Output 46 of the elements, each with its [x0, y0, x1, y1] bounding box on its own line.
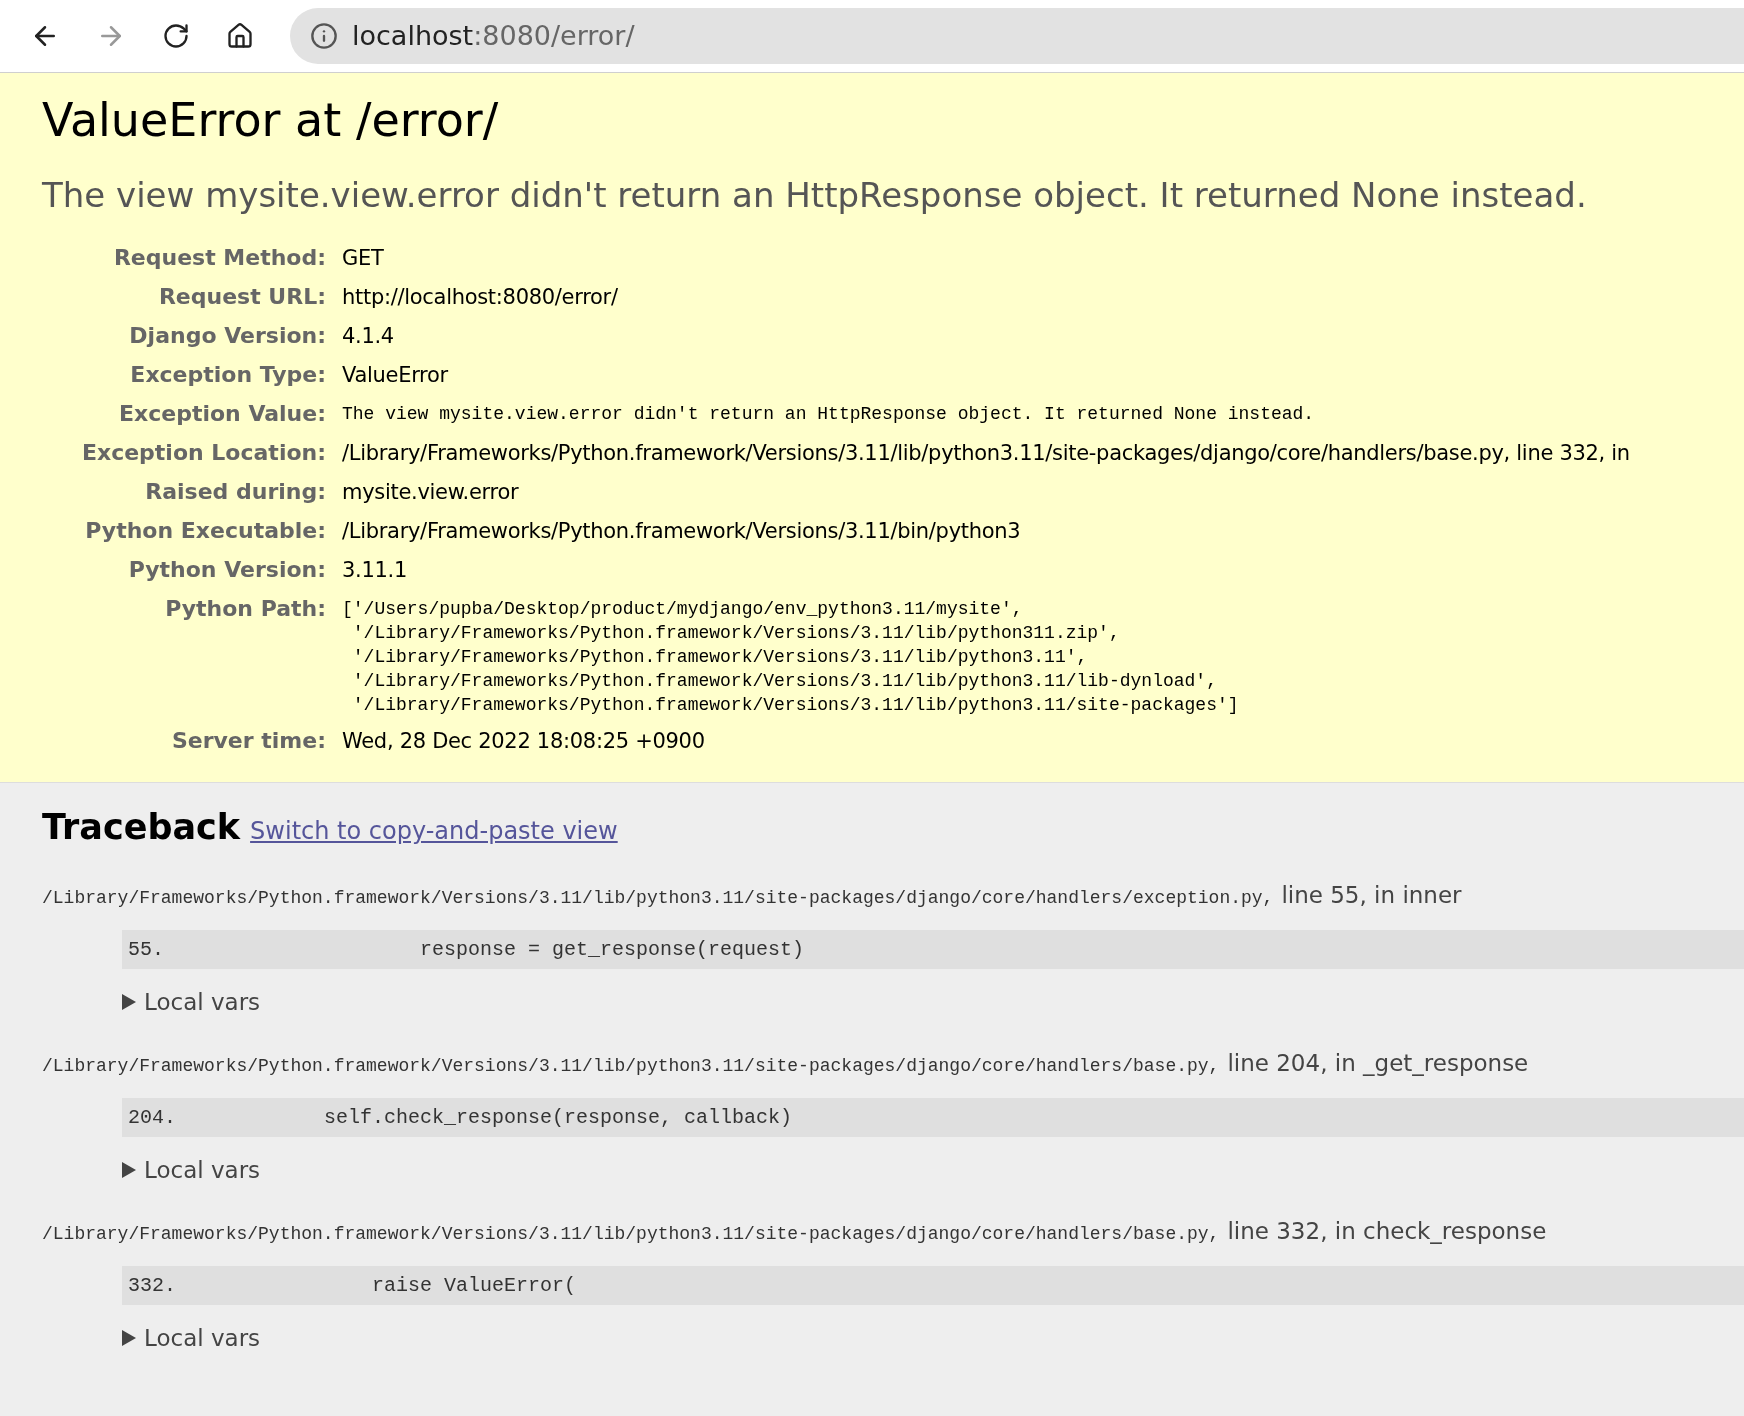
meta-label: Python Version: — [127, 556, 327, 585]
meta-label: Raised during: — [144, 478, 327, 507]
meta-label: Python Executable: — [84, 517, 327, 546]
frame-location: line 55, in inner — [1281, 880, 1462, 910]
meta-value: /Library/Frameworks/Python.framework/Versions/3.11/bin/python3 — [342, 518, 1021, 546]
meta-label: Exception Value: — [118, 400, 327, 429]
meta-label: Django Version: — [128, 322, 327, 351]
meta-label: Python Path: — [164, 595, 327, 624]
meta-label: Server time: — [170, 727, 327, 756]
meta-value: http://localhost:8080/error/ — [342, 284, 618, 312]
frame-location: line 204, in _get_response — [1227, 1048, 1529, 1078]
local-vars-toggle[interactable]: Local vars — [122, 1153, 261, 1188]
copy-paste-view-link[interactable]: Switch to copy-and-paste view — [250, 813, 618, 850]
local-vars-toggle[interactable]: Local vars — [122, 1321, 261, 1356]
url-text: localhost:8080/error/ — [352, 18, 635, 53]
traceback-heading: Traceback — [42, 806, 241, 850]
meta-label: Request URL: — [157, 283, 327, 312]
line-number: 55. — [128, 936, 165, 963]
meta-value: ValueError — [342, 362, 448, 390]
meta-label: Exception Location: — [80, 439, 327, 468]
meta-value: 3.11.1 — [342, 557, 407, 585]
meta-value: Wed, 28 Dec 2022 18:08:25 +0900 — [342, 728, 705, 756]
code-text: response = get_response(request) — [419, 936, 805, 963]
meta-value: GET — [342, 245, 384, 273]
info-icon[interactable] — [310, 22, 338, 50]
home-icon[interactable] — [226, 22, 254, 50]
reload-icon[interactable] — [162, 22, 190, 50]
code-text: raise ValueError( — [371, 1272, 577, 1299]
error-message: The view mysite.view.error didn't return an HttpResponse object. It returned None instead. — [42, 174, 1588, 218]
meta-value: mysite.view.error — [342, 479, 519, 507]
frame-file-path: /Library/Frameworks/Python.framework/Versions/3.11/lib/python3.11/site-packages/django/core/handlers/base.py, — [42, 1222, 1220, 1246]
frame-file-path: /Library/Frameworks/Python.framework/Versions/3.11/lib/python3.11/site-packages/django/core/handlers/base.py, — [42, 1054, 1220, 1078]
meta-value: 4.1.4 — [342, 323, 394, 351]
address-bar[interactable]: localhost:8080/error/ — [290, 8, 1744, 64]
meta-value: ['/Users/pupba/Desktop/product/mydjango/env_python3.11/mysite', '/Library/Frameworks/Python.framework/Versions/3.11/lib/python311.zip', '/Library/Frameworks/Python.framework/Versions/3.11/lib/python3.11', '/Library/Frameworks/Python.framework/Versions/3.11/lib/python3.11/lib-dynload', '/Library/Frameworks/Python.framework/Versions/3.11/lib/python3.11/site-packages'] — [342, 598, 1239, 718]
meta-value: /Library/Frameworks/Python.framework/Versions/3.11/lib/python3.11/site-packages/django/core/handlers/base.py, line 332, in — [342, 440, 1630, 468]
code-text: self.check_response(response, callback) — [323, 1104, 793, 1131]
meta-label: Request Method: — [112, 244, 327, 273]
meta-value: The view mysite.view.error didn't return an HttpResponse object. It returned None instead. — [342, 403, 1315, 427]
local-vars-toggle[interactable]: Local vars — [122, 985, 261, 1020]
meta-label: Exception Type: — [129, 361, 327, 390]
frame-file-path: /Library/Frameworks/Python.framework/Versions/3.11/lib/python3.11/site-packages/django/core/handlers/exception.py, — [42, 886, 1274, 910]
error-title: ValueError at /error/ — [42, 93, 500, 149]
frame-location: line 332, in check_response — [1227, 1216, 1547, 1246]
line-number: 204. — [128, 1104, 177, 1131]
line-number: 332. — [128, 1272, 177, 1299]
